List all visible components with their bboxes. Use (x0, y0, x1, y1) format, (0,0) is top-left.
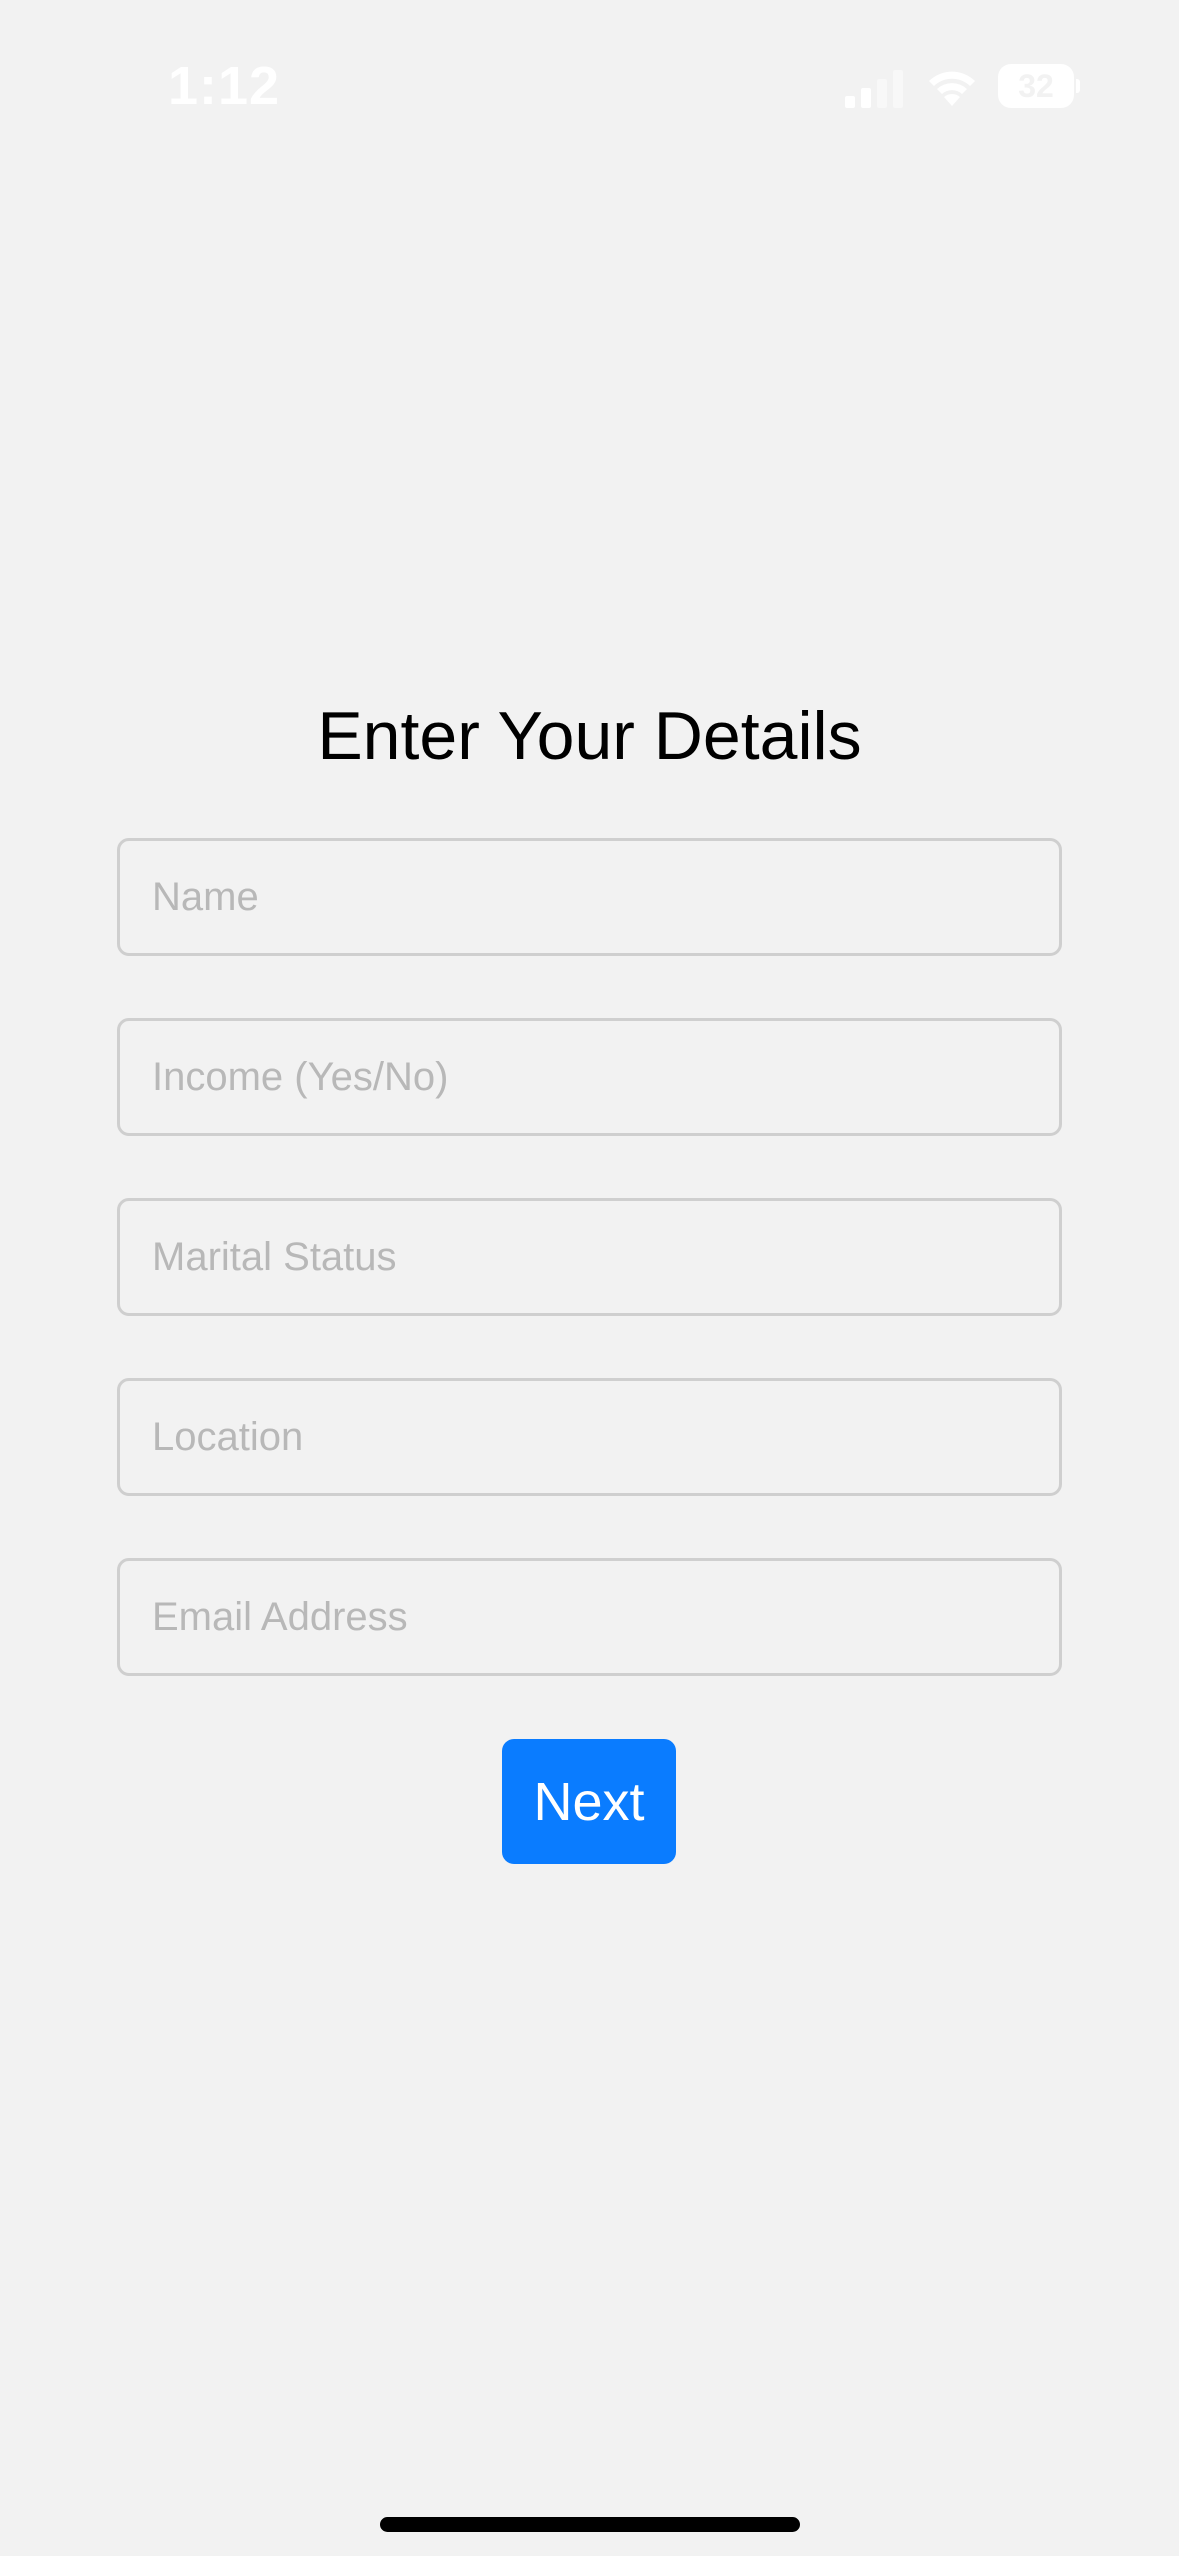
name-field[interactable] (117, 838, 1062, 956)
cellular-signal-icon (845, 70, 903, 108)
next-button[interactable]: Next (502, 1739, 676, 1864)
wifi-icon (929, 71, 975, 106)
status-bar: 1:12 32 (0, 0, 1179, 150)
location-field[interactable] (117, 1378, 1062, 1496)
income-field[interactable] (117, 1018, 1062, 1136)
battery-level: 32 (1018, 68, 1054, 104)
marital-status-field[interactable] (117, 1198, 1062, 1316)
page-title: Enter Your Details (317, 698, 862, 774)
status-time: 1:12 (168, 56, 281, 116)
battery-icon: 32 (998, 64, 1080, 108)
email-field[interactable] (117, 1558, 1062, 1676)
home-indicator[interactable] (380, 2517, 800, 2532)
